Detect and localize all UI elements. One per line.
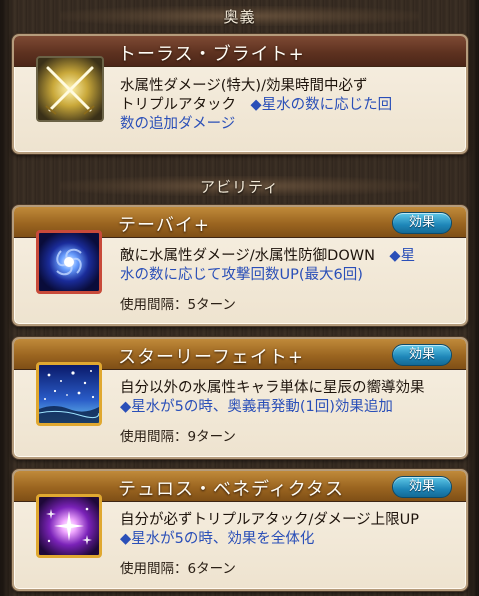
desc-line: 自分以外の水属性キャラ単体に星辰の嚮導効果 [120, 380, 425, 396]
star-water-text: ◆星水の数に応じた回 [250, 97, 393, 113]
ability-description: 自分が必ずトリプルアタック/ダメージ上限UP ◆星水が5の時、効果を全体化 [120, 511, 454, 549]
star-water-text: 数の追加ダメージ [120, 116, 236, 132]
section-label: アビリティ [199, 177, 280, 196]
cooldown-text: 使用間隔：9ターン [120, 429, 236, 445]
star-water-text: ◆星水が5の時、効果を全体化 [120, 531, 315, 547]
crossed-swords-icon [36, 56, 104, 122]
section-label: 奥義 [223, 7, 256, 26]
effect-button[interactable]: 効果 [392, 212, 452, 234]
purple-sparkle-icon [36, 494, 102, 558]
section-header-abilities: アビリティ [0, 172, 479, 200]
ability-title: テーバイ+ [118, 215, 210, 236]
desc-line: トリプルアタック ◆星水の数に応じた回 [120, 96, 454, 115]
effect-button[interactable]: 効果 [392, 344, 452, 366]
desc-text: 敵に水属性ダメージ/水属性防御DOWN [120, 248, 390, 264]
ability-description: 敵に水属性ダメージ/水属性防御DOWN ◆星 水の数に応じて攻撃回数UP(最大6… [120, 247, 454, 285]
ability-title: テュロス・ベネディクタス [118, 479, 345, 500]
ougi-card[interactable]: トーラス・ブライト+ 水属性ダメージ(特大)/効果時間中必ず トリプルアタック … [12, 34, 468, 154]
starry-sky-icon [36, 362, 102, 426]
ability-description: 自分以外の水属性キャラ単体に星辰の嚮導効果 ◆星水が5の時、奥義再発動(1回)効… [120, 379, 454, 417]
ability-title: スターリーフェイト+ [118, 347, 305, 368]
cooldown-text: 使用間隔：6ターン [120, 561, 236, 577]
desc-line: 敵に水属性ダメージ/水属性防御DOWN ◆星 [120, 247, 454, 266]
desc-line: 自分が必ずトリプルアタック/ダメージ上限UP [120, 512, 420, 528]
star-water-text: ◆星水が5の時、奥義再発動(1回)効果追加 [120, 399, 393, 415]
section-header-ougi: 奥義 [0, 2, 479, 30]
ability-card[interactable]: テーバイ+ 効果 敵に水属性ダメージ/水属性防御DOWN ◆星 水の数に応じて攻… [12, 205, 468, 326]
ability-card[interactable]: スターリーフェイト+ 効果 自分以外の水属性キャラ単体に星辰の嚮導効果 ◆星水が… [12, 337, 468, 459]
star-water-text: ◆星 [389, 248, 416, 264]
blue-vortex-icon [36, 230, 102, 294]
star-water-text: 水の数に応じて攻撃回数UP(最大6回) [120, 267, 363, 283]
desc-line: 水属性ダメージ(特大)/効果時間中必ず [120, 78, 368, 94]
ougi-description: 水属性ダメージ(特大)/効果時間中必ず トリプルアタック ◆星水の数に応じた回 … [120, 77, 454, 134]
cooldown-text: 使用間隔：5ターン [120, 297, 236, 313]
effect-button[interactable]: 効果 [392, 476, 452, 498]
ougi-title: トーラス・ブライト+ [118, 44, 305, 65]
ability-card[interactable]: テュロス・ベネディクタス 効果 自分が必ずトリプルアタック/ダメージ上限UP ◆… [12, 469, 468, 591]
desc-text: トリプルアタック [120, 97, 251, 113]
